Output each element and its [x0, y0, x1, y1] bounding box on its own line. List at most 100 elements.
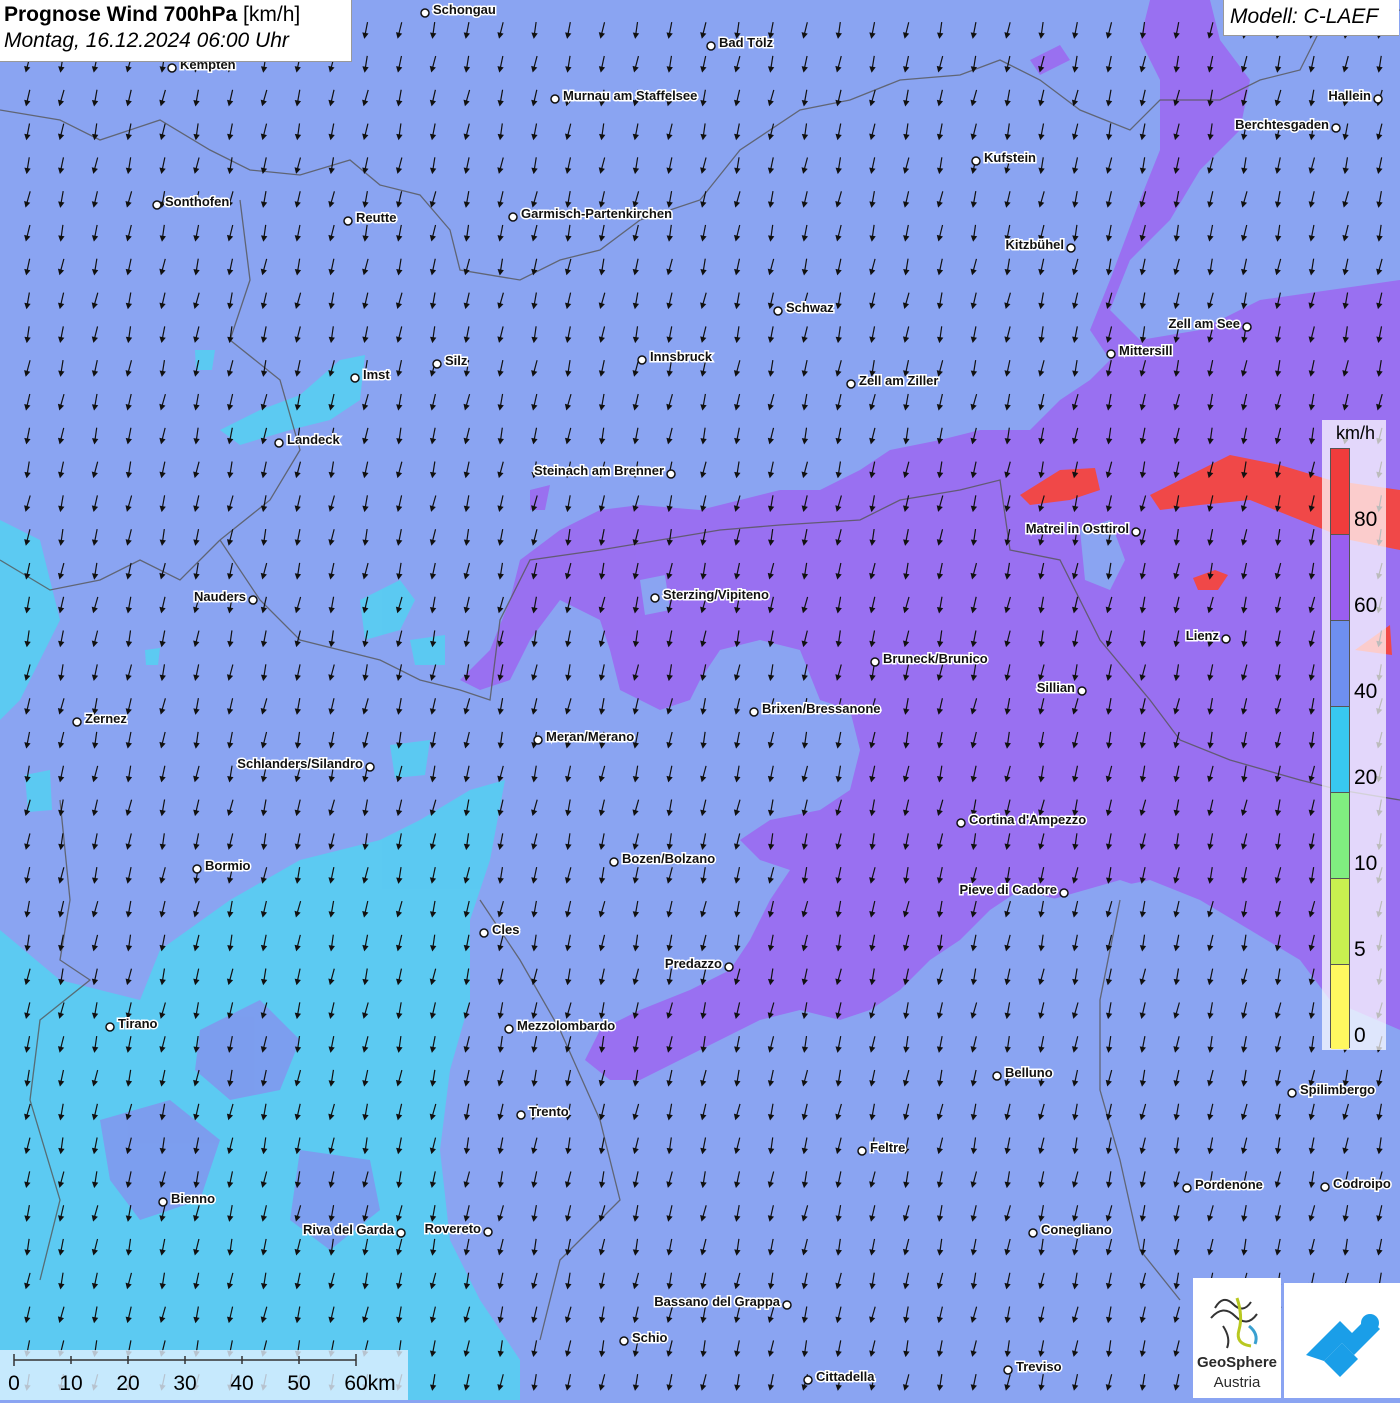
city-label: Bruneck/Brunico	[883, 651, 988, 666]
city-marker: Pieve di Cadore	[958, 881, 1069, 899]
city-dot	[396, 1228, 406, 1238]
city-dot	[1059, 888, 1069, 898]
city-dot	[637, 355, 647, 365]
city-dot	[650, 593, 660, 603]
city-label: Mittersill	[1119, 343, 1172, 358]
city-marker: Pordenone	[1182, 1176, 1264, 1194]
city-dot	[1182, 1183, 1192, 1193]
city-dot	[1003, 1365, 1013, 1375]
city-dot	[550, 94, 560, 104]
city-label: Brixen/Bressanone	[762, 701, 881, 716]
city-label: Bozen/Bolzano	[622, 851, 715, 866]
city-label: Feltre	[870, 1140, 905, 1155]
city-dot	[1221, 634, 1231, 644]
city-dot	[1373, 94, 1383, 104]
city-label: Nauders	[194, 589, 246, 604]
city-dot	[248, 595, 258, 605]
city-label: Riva del Garda	[303, 1222, 395, 1237]
city-dot	[420, 8, 430, 18]
scale-label-10: 10	[59, 1372, 83, 1395]
city-dot	[1028, 1228, 1038, 1238]
city-dot	[870, 657, 880, 667]
scale-bar: 0 10 20 30 40 50 60km	[0, 1350, 408, 1400]
city-dot	[1242, 322, 1252, 332]
city-label: Cortina d'Ampezzo	[969, 812, 1086, 827]
city-marker: Conegliano	[1028, 1221, 1113, 1239]
city-dot	[992, 1071, 1002, 1081]
city-label: Sonthofen	[165, 194, 229, 209]
scale-label-50: 50	[287, 1372, 311, 1395]
legend-seg-60	[1331, 535, 1349, 621]
city-dot	[956, 818, 966, 828]
city-dot	[192, 864, 202, 874]
city-dot	[350, 373, 360, 383]
city-label: Berchtesgaden	[1235, 117, 1329, 132]
city-label: Pieve di Cadore	[959, 882, 1057, 897]
city-dot	[782, 1300, 792, 1310]
city-dot	[516, 1110, 526, 1120]
city-dot	[365, 762, 375, 772]
city-dot	[609, 857, 619, 867]
city-dot	[619, 1336, 629, 1346]
city-label: Silz	[445, 353, 468, 368]
city-label: Kufstein	[984, 150, 1036, 165]
city-label: Sillian	[1037, 680, 1075, 695]
city-dot	[666, 469, 676, 479]
city-marker: Schlanders/Silandro	[236, 755, 375, 773]
legend-seg-5	[1331, 879, 1349, 965]
city-marker: Innsbruck	[637, 348, 714, 366]
forecast-datetime: Montag, 16.12.2024 06:00 Uhr	[4, 29, 289, 52]
city-dot	[749, 707, 759, 717]
city-label: Kitzbühel	[1006, 237, 1065, 252]
city-label: Bassano del Grappa	[654, 1294, 780, 1309]
app-logo[interactable]	[1284, 1283, 1400, 1398]
city-label: Garmisch-Partenkirchen	[521, 206, 672, 221]
city-label: Codroipo	[1333, 1176, 1391, 1191]
city-marker: Bozen/Bolzano	[609, 850, 717, 868]
city-label: Schongau	[433, 2, 496, 17]
city-label: Steinach am Brenner	[534, 463, 664, 478]
city-dot	[432, 359, 442, 369]
map-title: Prognose Wind 700hPa [km/h]	[4, 3, 347, 27]
city-label: Treviso	[1016, 1359, 1062, 1374]
city-dot	[343, 216, 353, 226]
city-dot	[508, 212, 518, 222]
city-label: Bienno	[171, 1191, 215, 1206]
city-dot	[152, 200, 162, 210]
city-dot	[773, 306, 783, 316]
city-label: Imst	[363, 367, 390, 382]
city-label: Lienz	[1186, 628, 1220, 643]
city-dot	[483, 1227, 493, 1237]
city-marker: Matrei in Osttirol	[1024, 520, 1141, 538]
city-dot	[706, 41, 716, 51]
legend-label-20: 20	[1354, 766, 1378, 789]
scale-label-60: 60km	[344, 1372, 396, 1395]
scale-label-20: 20	[116, 1372, 140, 1395]
city-marker: Mezzolombardo	[504, 1017, 617, 1035]
city-marker: Zell am Ziller	[846, 372, 940, 390]
city-label: Predazzo	[665, 956, 722, 971]
city-marker: Sonthofen	[152, 193, 231, 211]
legend-label-10: 10	[1354, 852, 1378, 875]
city-dot	[1287, 1088, 1297, 1098]
city-label: Hallein	[1328, 88, 1371, 103]
city-marker: Murnau am Staffelsee	[550, 87, 699, 105]
model-label: Modell: C-LAEF	[1223, 0, 1399, 36]
city-label: Matrei in Osttirol	[1026, 521, 1129, 536]
legend-seg-20	[1331, 707, 1349, 793]
city-label: Reutte	[356, 210, 396, 225]
legend-label-40: 40	[1354, 680, 1378, 703]
city-label: Landeck	[287, 432, 341, 447]
geosphere-emblem-icon	[1210, 1297, 1258, 1349]
city-label: Trento	[529, 1104, 569, 1119]
city-label: Bad Tölz	[719, 35, 774, 50]
city-marker: Riva del Garda	[301, 1221, 406, 1239]
city-label: Zell am See	[1168, 316, 1240, 331]
city-label: Murnau am Staffelsee	[563, 88, 697, 103]
city-label: Schwaz	[786, 300, 834, 315]
city-dot	[1320, 1182, 1330, 1192]
city-dot	[1131, 527, 1141, 537]
city-marker: Steinach am Brenner	[532, 462, 676, 480]
city-marker: Garmisch-Partenkirchen	[508, 205, 674, 223]
city-dot	[857, 1146, 867, 1156]
